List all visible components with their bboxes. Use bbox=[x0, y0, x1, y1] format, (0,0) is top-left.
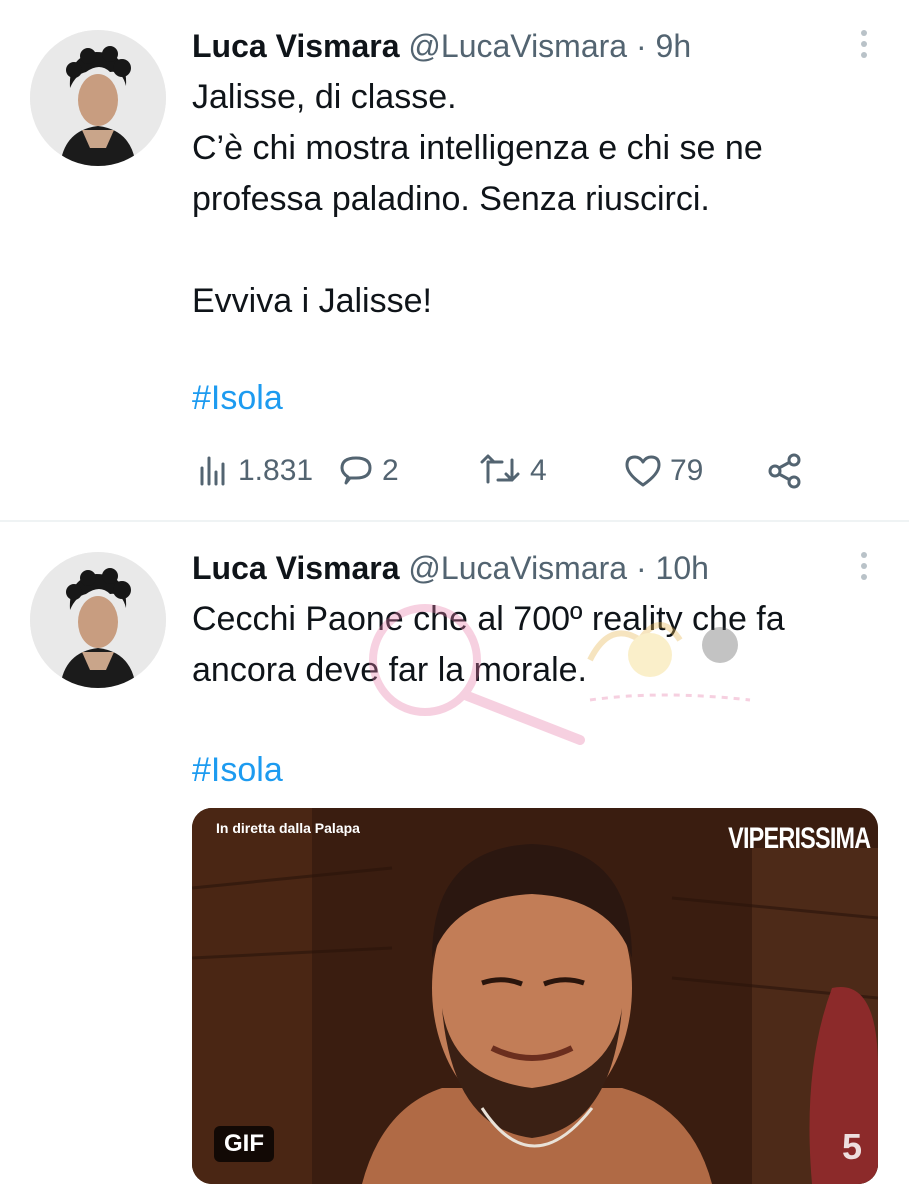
gif-frame bbox=[192, 808, 878, 1184]
tweet-text: Jalisse, di classe. C’è chi mostra intel… bbox=[192, 78, 763, 320]
tweet[interactable]: Luca Vismara @LucaVismara · 10h Cecchi P… bbox=[0, 522, 909, 1200]
views-button[interactable]: 1.831 bbox=[196, 446, 313, 496]
media-brand-logo: VIPERISSIMA bbox=[727, 822, 871, 855]
avatar[interactable] bbox=[30, 552, 166, 688]
avatar[interactable] bbox=[30, 30, 166, 166]
more-icon[interactable] bbox=[859, 30, 869, 62]
share-icon bbox=[766, 452, 812, 490]
like-icon bbox=[624, 454, 670, 488]
separator: · bbox=[635, 28, 647, 64]
reply-icon bbox=[338, 453, 382, 489]
author-name[interactable]: Luca Vismara bbox=[192, 28, 400, 64]
timestamp[interactable]: 10h bbox=[656, 550, 709, 586]
hashtag-link[interactable]: #Isola bbox=[192, 748, 283, 792]
share-button[interactable] bbox=[766, 446, 812, 496]
channel-logo: 5 bbox=[841, 1126, 862, 1167]
reply-count: 2 bbox=[382, 454, 399, 487]
tweet[interactable]: Luca Vismara @LucaVismara · 9h Jalisse, … bbox=[0, 0, 909, 521]
views-icon bbox=[196, 454, 238, 488]
action-bar: 1.831 2 4 79 bbox=[196, 446, 816, 496]
media-caption: In diretta dalla Palapa bbox=[216, 820, 360, 836]
separator: · bbox=[635, 550, 647, 586]
views-count: 1.831 bbox=[238, 454, 314, 487]
timestamp[interactable]: 9h bbox=[656, 28, 692, 64]
tweet-header: Luca Vismara @LucaVismara · 9h bbox=[192, 26, 691, 66]
author-handle[interactable]: @LucaVismara bbox=[408, 28, 627, 64]
gif-badge: GIF bbox=[214, 1126, 274, 1162]
retweet-icon bbox=[478, 454, 530, 488]
gif-media[interactable]: In diretta dalla Palapa VIPERISSIMA GIF … bbox=[192, 808, 878, 1184]
like-button[interactable]: 79 bbox=[624, 446, 703, 496]
hashtag-link[interactable]: #Isola bbox=[192, 376, 283, 420]
author-handle[interactable]: @LucaVismara bbox=[408, 550, 627, 586]
like-count: 79 bbox=[670, 454, 704, 487]
tweet-header: Luca Vismara @LucaVismara · 10h bbox=[192, 548, 709, 588]
tweet-text: Cecchi Paone che al 700º reality che fa … bbox=[192, 600, 785, 689]
retweet-count: 4 bbox=[530, 454, 547, 487]
reply-button[interactable]: 2 bbox=[338, 446, 399, 496]
author-name[interactable]: Luca Vismara bbox=[192, 550, 400, 586]
more-icon[interactable] bbox=[859, 552, 869, 584]
retweet-button[interactable]: 4 bbox=[478, 446, 547, 496]
